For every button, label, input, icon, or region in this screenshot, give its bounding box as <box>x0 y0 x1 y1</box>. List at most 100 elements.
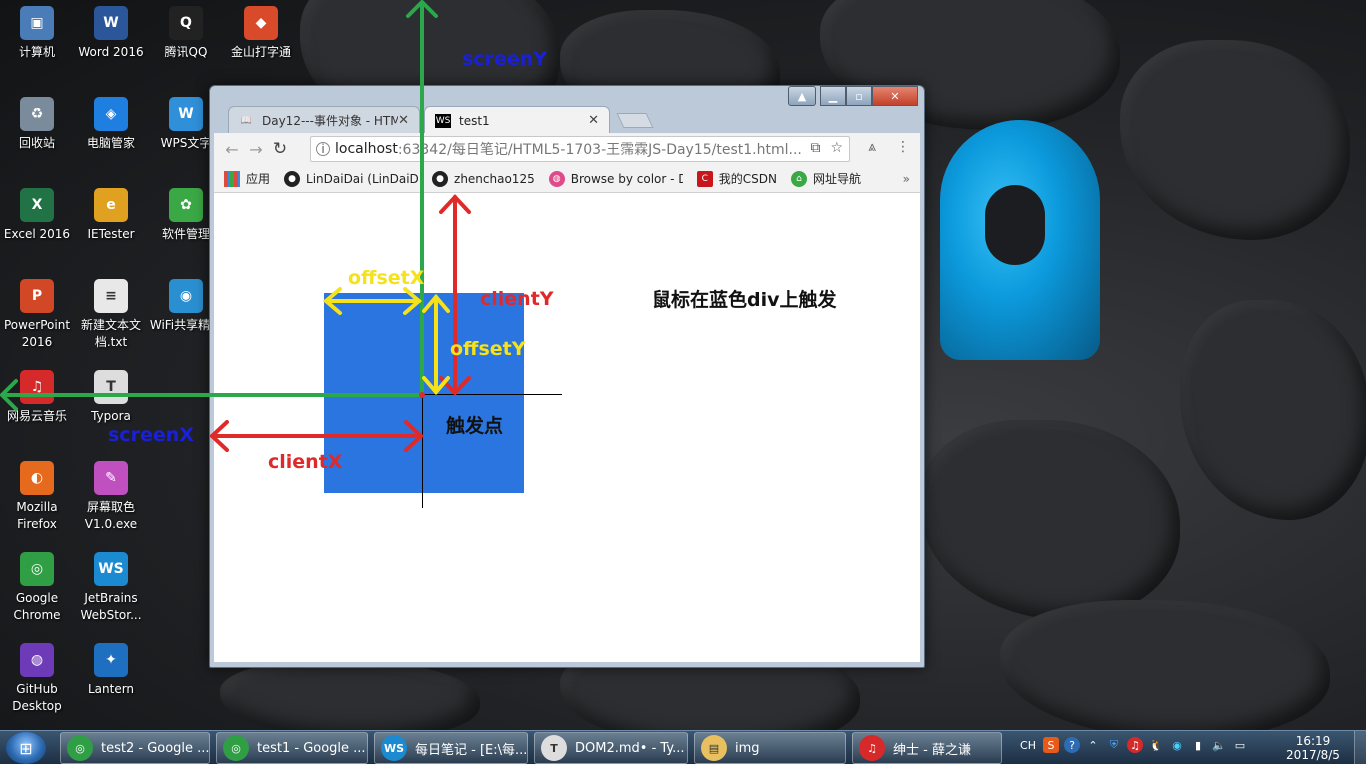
app-icon: ≡ <box>94 279 128 313</box>
desktop-icon-label: Mozilla Firefox <box>16 500 58 531</box>
desktop-icon[interactable]: ♫ 网易云音乐 <box>0 370 74 425</box>
network-icon[interactable]: ▭ <box>1232 737 1248 753</box>
help-icon[interactable]: ? <box>1064 737 1080 753</box>
desktop-icon[interactable]: ◆ 金山打字通 <box>224 6 298 61</box>
desktop-icon-label: Lantern <box>87 682 135 696</box>
desktop-icon[interactable]: P PowerPoint 2016 <box>0 279 74 351</box>
desktop-icon-label: 金山打字通 <box>230 45 291 59</box>
device-icon[interactable]: ▮ <box>1190 737 1206 753</box>
clock[interactable]: 16:19 2017/8/5 <box>1283 734 1343 762</box>
crosshair-vertical <box>422 394 423 508</box>
start-button[interactable]: ⊞ <box>6 732 46 764</box>
book-icon: 📖 <box>240 115 253 126</box>
system-tray: CH S ? ⌃ ⛨ ♫ 🐧 ◉ ▮ 🔈 ▭ <box>1018 737 1248 753</box>
app-icon: X <box>20 188 54 222</box>
taskbar-button[interactable]: WS 每日笔记 - [E:\每... <box>374 732 528 764</box>
app-icon: ◆ <box>244 6 278 40</box>
netease-tray-icon[interactable]: ♫ <box>1127 737 1143 753</box>
blue-div[interactable] <box>324 293 524 493</box>
trigger-point-label: 触发点 <box>446 415 504 437</box>
address-bar[interactable]: i localhost :63342/每日笔记/HTML5-1703-王霈霖JS… <box>310 136 850 162</box>
desktop-icon[interactable]: ◐ Mozilla Firefox <box>0 461 74 533</box>
minimize-button[interactable]: ▁ <box>820 86 846 106</box>
desktop-icon[interactable]: ✦ Lantern <box>74 643 148 698</box>
tab-title: Day12---事件对象 - HTML <box>261 114 399 128</box>
taskbar-button[interactable]: ▤ img <box>694 732 846 764</box>
netease-music-icon: ♫ <box>859 735 885 761</box>
bookmark-zhenchao125[interactable]: ● zhenchao125 <box>432 170 535 187</box>
app-icon: W <box>169 97 203 131</box>
taskbar-button-label: DOM2.md• - Ty... <box>575 740 685 756</box>
wifi-tray-icon[interactable]: ◉ <box>1169 737 1185 753</box>
desktop-icon[interactable]: ▣ 计算机 <box>0 6 74 61</box>
bookmark-csdn[interactable]: C 我的CSDN <box>696 170 777 187</box>
desktop-icon[interactable]: W Word 2016 <box>74 6 148 61</box>
desktop-icon[interactable]: T Typora <box>74 370 148 425</box>
shield-icon[interactable]: ⛨ <box>1106 737 1122 753</box>
taskbar-button-label: test1 - Google ... <box>257 740 366 756</box>
app-icon: ▣ <box>20 6 54 40</box>
desktop-icon[interactable]: ≡ 新建文本文档.txt <box>74 279 148 351</box>
taskbar-button[interactable]: ♫ 绅士 - 薛之谦 <box>852 732 1002 764</box>
hint-text: 鼠标在蓝色div上触发 <box>652 289 837 311</box>
bookmark-lindaidai[interactable]: ● LinDaiDai (LinDaiD <box>284 170 418 187</box>
tab-test1[interactable]: WS test1 ✕ <box>424 106 610 134</box>
desktop-icon[interactable]: ◍ GitHub Desktop <box>0 643 74 715</box>
taskbar-button[interactable]: T DOM2.md• - Ty... <box>534 732 688 764</box>
bookmark-browse-by-color[interactable]: ◍ Browse by color - D <box>548 170 683 187</box>
desktop-icon[interactable]: WS JetBrains WebStor... <box>74 552 148 624</box>
chrome-icon: ◎ <box>67 735 93 761</box>
bookmark-nav[interactable]: ⌂ 网址导航 <box>790 170 861 187</box>
desktop-icon[interactable]: ✎ 屏幕取色 V1.0.exe <box>74 461 148 533</box>
date-text: 2017/8/5 <box>1286 748 1340 762</box>
show-desktop-button[interactable] <box>1354 731 1366 764</box>
taskbar-button-label: test2 - Google ... <box>101 740 210 756</box>
extension-icon[interactable]: ⩓ <box>868 139 876 155</box>
window-controls: ▲ ▁ ▫ ✕ <box>788 86 918 106</box>
qq-tray-icon[interactable]: 🐧 <box>1148 737 1164 753</box>
bookmark-star-icon[interactable]: ☆ <box>830 140 843 156</box>
desktop-icon-label: GitHub Desktop <box>12 682 62 713</box>
desktop-icon[interactable]: e IETester <box>74 188 148 243</box>
taskbar-button[interactable]: ◎ test1 - Google ... <box>216 732 368 764</box>
taskbar-button[interactable]: ◎ test2 - Google ... <box>60 732 210 764</box>
desktop-icon-label: PowerPoint 2016 <box>3 318 71 349</box>
desktop-icon[interactable]: ◈ 电脑管家 <box>74 97 148 152</box>
desktop-icon-label: 回收站 <box>18 136 55 150</box>
new-tab-button[interactable] <box>616 113 654 128</box>
app-icon: Q <box>169 6 203 40</box>
desktop-icon[interactable]: X Excel 2016 <box>0 188 74 243</box>
close-window-button[interactable]: ✕ <box>872 86 918 106</box>
tab-day12[interactable]: 📖 Day12---事件对象 - HTML ✕ <box>228 106 420 134</box>
clientX-label: clientX <box>268 451 343 473</box>
desktop-icon[interactable]: ♻ 回收站 <box>0 97 74 152</box>
menu-icon[interactable]: ⋮ <box>896 139 910 155</box>
app-icon: ♻ <box>20 97 54 131</box>
app-icon: e <box>94 188 128 222</box>
info-icon[interactable]: i <box>316 142 330 156</box>
tab-close-icon[interactable]: ✕ <box>588 113 599 128</box>
reload-icon[interactable]: ↻ <box>268 139 292 159</box>
sogou-icon[interactable]: S <box>1043 737 1059 753</box>
url-path: :63342/每日笔记/HTML5-1703-王霈霖JS-Day15/test1… <box>397 142 802 158</box>
desktop-icon-label: Excel 2016 <box>3 227 71 241</box>
tab-close-icon[interactable]: ✕ <box>398 113 409 128</box>
desktop-icon[interactable]: Q 腾讯QQ <box>149 6 223 61</box>
desktop-icon-label: Google Chrome <box>13 591 61 622</box>
maximize-button[interactable]: ▫ <box>846 86 872 106</box>
language-indicator[interactable]: CH <box>1018 737 1038 753</box>
app-icon: W <box>94 6 128 40</box>
bookmarks-more-icon[interactable]: » <box>903 172 910 186</box>
dribbble-icon: ◍ <box>548 170 565 187</box>
volume-icon[interactable]: 🔈 <box>1211 737 1227 753</box>
profile-button[interactable]: ▲ <box>788 86 816 106</box>
desktop-icon[interactable]: ◎ Google Chrome <box>0 552 74 624</box>
tray-expand-icon[interactable]: ⌃ <box>1085 737 1101 753</box>
back-icon[interactable]: ← <box>220 140 244 159</box>
apps-icon <box>224 170 240 187</box>
bookmark-apps[interactable]: 应用 <box>224 170 270 187</box>
app-icon: ✦ <box>94 643 128 677</box>
forward-icon[interactable]: → <box>244 140 268 159</box>
app-icon: ✎ <box>94 461 128 495</box>
translate-icon[interactable]: ⧉ <box>810 140 820 156</box>
